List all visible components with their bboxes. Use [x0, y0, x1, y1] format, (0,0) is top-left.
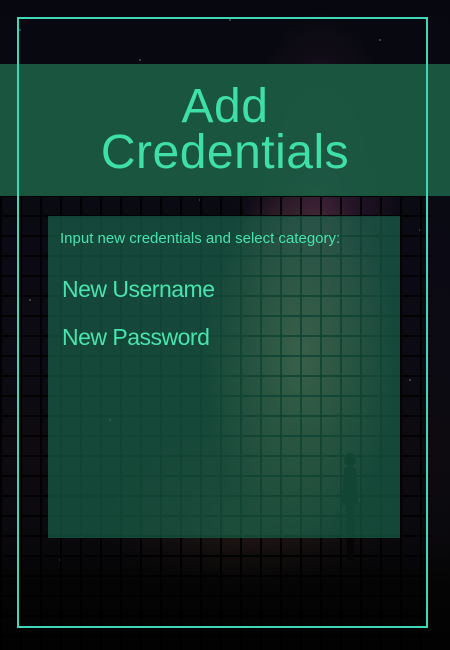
app-screen: Add Credentials Input new credentials an… [0, 0, 450, 650]
outline-frame [17, 17, 428, 628]
